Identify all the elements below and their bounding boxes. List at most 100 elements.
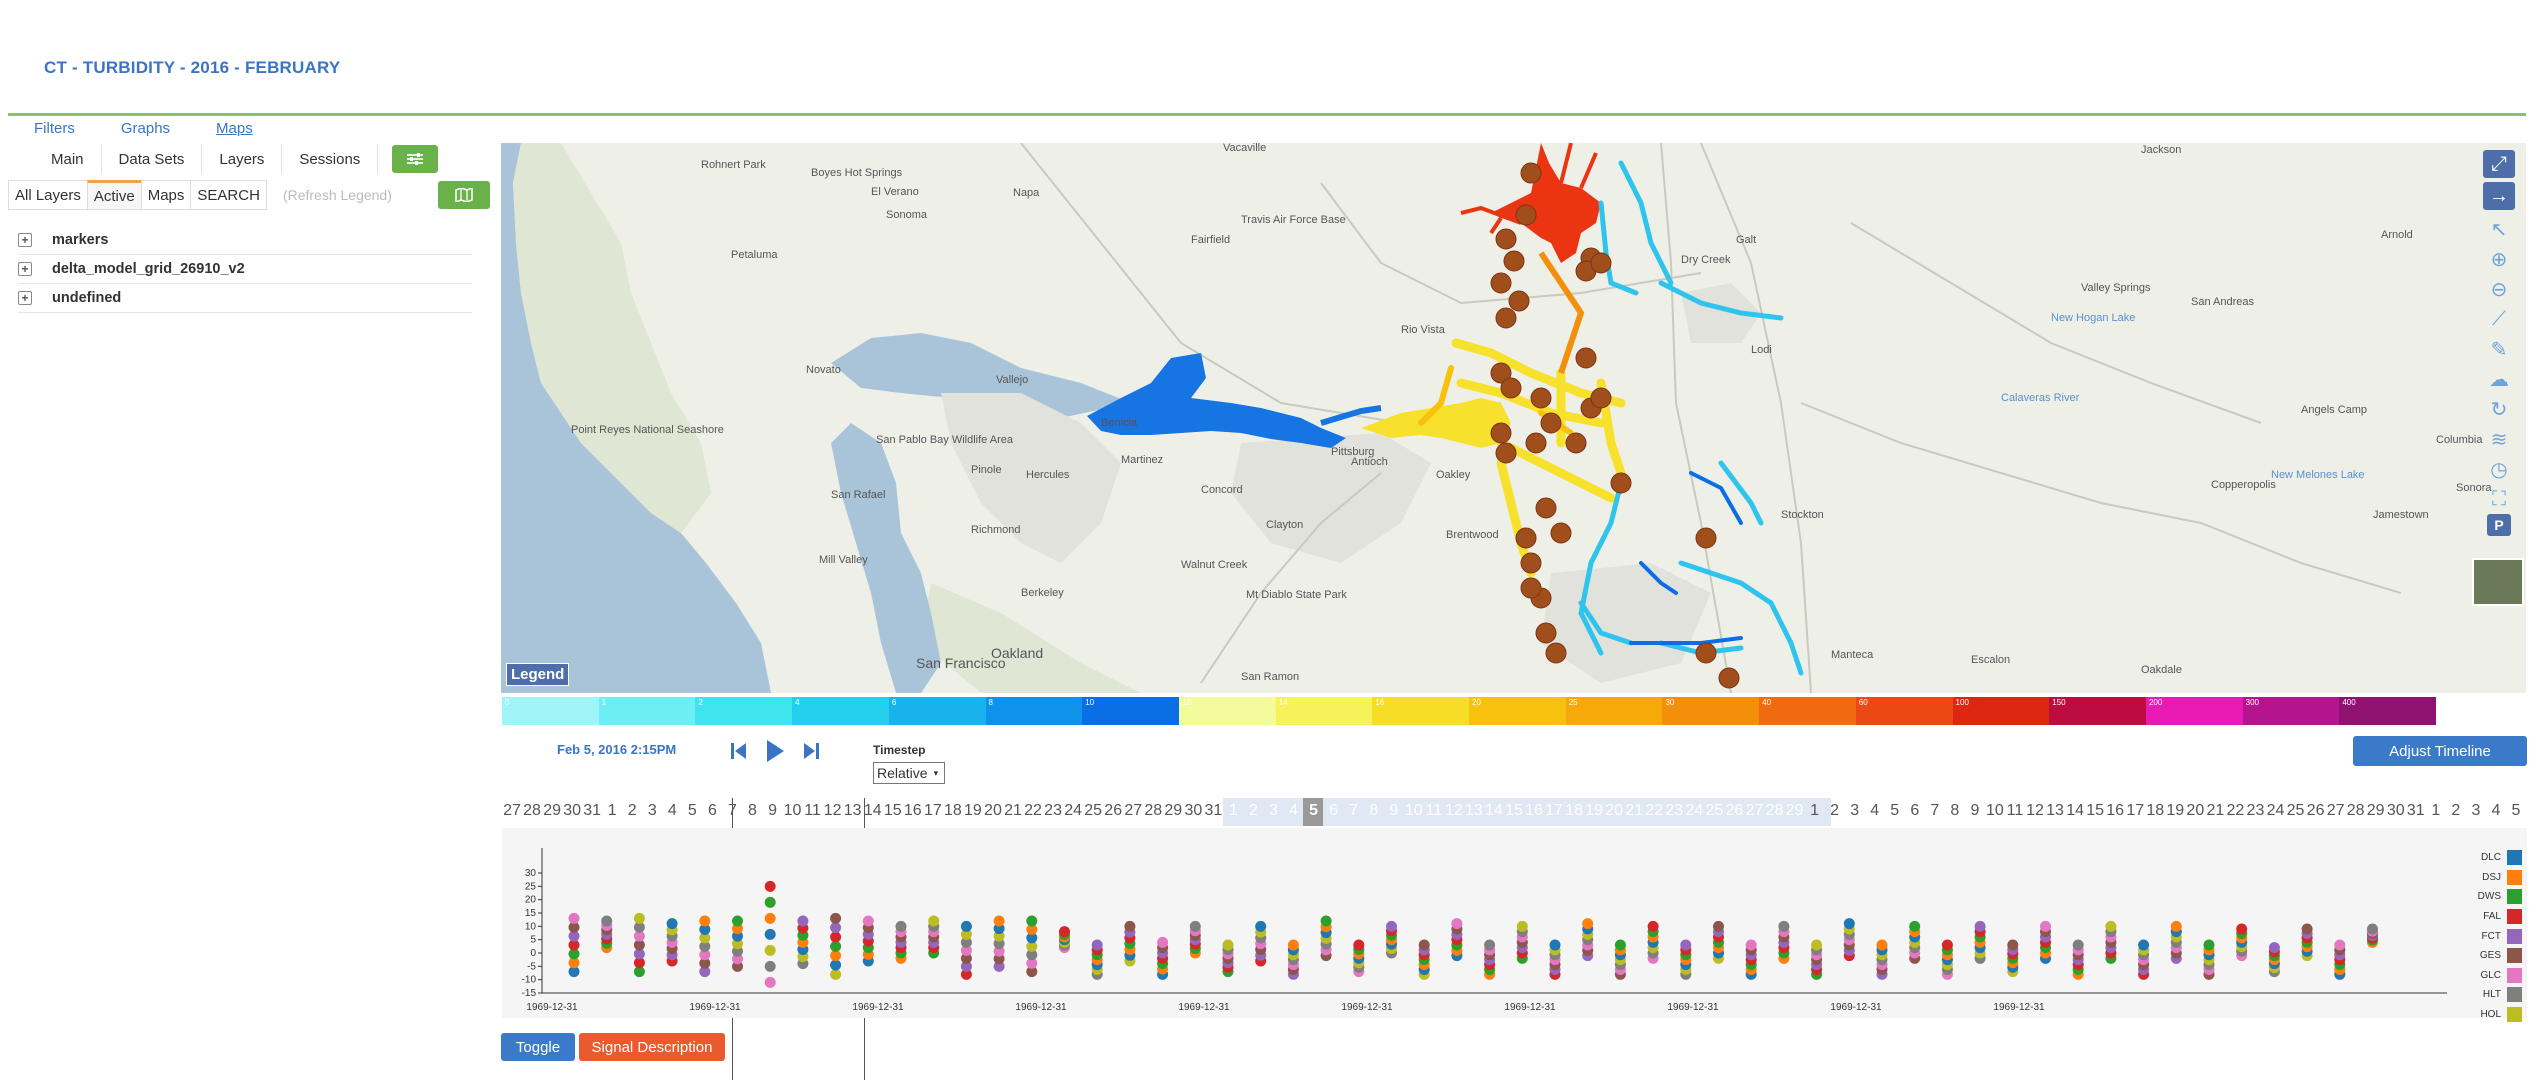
timeline-day[interactable]: 27 xyxy=(1744,802,1764,820)
timeline-day[interactable]: 16 xyxy=(2105,802,2125,820)
timeline-day[interactable]: 12 xyxy=(1444,802,1464,820)
timeline-day[interactable]: 24 xyxy=(1063,802,1083,820)
timeline-day[interactable]: 11 xyxy=(1424,802,1444,820)
skip-forward-icon[interactable] xyxy=(802,741,820,761)
timeline-day[interactable]: 17 xyxy=(2125,802,2145,820)
timeline-day[interactable]: 7 xyxy=(1344,802,1364,820)
timeline-day[interactable]: 20 xyxy=(1604,802,1624,820)
timeline-day[interactable]: 9 xyxy=(1965,802,1985,820)
timeline-day[interactable]: 16 xyxy=(903,802,923,820)
timeline-day[interactable]: 2 xyxy=(2446,802,2466,820)
timeline-day[interactable]: 5 xyxy=(1885,802,1905,820)
expand-plus-icon[interactable]: + xyxy=(18,262,32,276)
tab-all-layers[interactable]: All Layers xyxy=(8,180,87,210)
timeline-day[interactable]: 13 xyxy=(2045,802,2065,820)
timeline-day[interactable]: 2 xyxy=(1243,802,1263,820)
timeline-day[interactable]: 4 xyxy=(662,802,682,820)
timeline-day[interactable]: 14 xyxy=(2065,802,2085,820)
expand-plus-icon[interactable]: + xyxy=(18,291,32,305)
timeline-day[interactable]: 6 xyxy=(1324,802,1344,820)
timeline-day[interactable]: 23 xyxy=(1043,802,1063,820)
parking-icon[interactable]: P xyxy=(2487,514,2511,536)
timeline-day[interactable]: 3 xyxy=(1845,802,1865,820)
timeline-day[interactable]: 26 xyxy=(1724,802,1744,820)
maps-link[interactable]: Maps xyxy=(216,120,253,137)
timeline-day[interactable]: 9 xyxy=(763,802,783,820)
timeline-day[interactable]: 23 xyxy=(1664,802,1684,820)
timeline-day[interactable]: 18 xyxy=(2145,802,2165,820)
timeline-day[interactable]: 29 xyxy=(2366,802,2386,820)
timeline-day[interactable]: 15 xyxy=(883,802,903,820)
legend-item[interactable]: HOL xyxy=(2452,1005,2522,1025)
timeline-day[interactable]: 18 xyxy=(1564,802,1584,820)
fullscreen-icon[interactable]: ⤢ xyxy=(2483,150,2515,178)
timeline-day[interactable]: 1 xyxy=(2426,802,2446,820)
timestep-select[interactable]: Relative ▾ xyxy=(873,762,945,784)
timeline-day[interactable]: 13 xyxy=(1464,802,1484,820)
arrow-right-icon[interactable]: → xyxy=(2483,182,2515,210)
timeline-day[interactable]: 6 xyxy=(702,802,722,820)
timeline-day[interactable]: 1 xyxy=(602,802,622,820)
timeline-day[interactable]: 27 xyxy=(2326,802,2346,820)
tab-main[interactable]: Main xyxy=(34,144,102,174)
timeline-day[interactable]: 21 xyxy=(2205,802,2225,820)
expand-icon[interactable]: ⛶ xyxy=(2483,484,2515,514)
cloud-upload-icon[interactable]: ☁ xyxy=(2483,364,2515,394)
timeline-day[interactable]: 21 xyxy=(1624,802,1644,820)
expand-plus-icon[interactable]: + xyxy=(18,233,32,247)
map-canvas[interactable]: Vacaville Rohnert Park Boyes Hot Springs… xyxy=(501,143,2526,693)
timeline-day[interactable]: 22 xyxy=(2225,802,2245,820)
layer-item[interactable]: + undefined xyxy=(18,284,472,313)
timeline-day[interactable]: 31 xyxy=(2406,802,2426,820)
timeline-day[interactable]: 12 xyxy=(823,802,843,820)
timeline-day[interactable]: 5 xyxy=(682,802,702,820)
timeline-day[interactable]: 22 xyxy=(1023,802,1043,820)
timeline-day[interactable]: 25 xyxy=(2286,802,2306,820)
timeline-day[interactable]: 8 xyxy=(1945,802,1965,820)
tab-data-sets[interactable]: Data Sets xyxy=(101,144,203,174)
layers-icon[interactable]: ≋ xyxy=(2483,424,2515,454)
timeline-day[interactable]: 20 xyxy=(983,802,1003,820)
ruler-icon[interactable]: ⟋ xyxy=(2483,304,2515,334)
refresh-legend-link[interactable]: (Refresh Legend) xyxy=(283,187,392,203)
timeline-day[interactable]: 10 xyxy=(1985,802,2005,820)
map-view-button[interactable] xyxy=(437,181,490,209)
timeline-day[interactable]: 8 xyxy=(742,802,762,820)
legend-item[interactable]: HLT xyxy=(2452,985,2522,1005)
timeline-day[interactable]: 31 xyxy=(1203,802,1223,820)
timeline-day[interactable]: 14 xyxy=(1484,802,1504,820)
timeline-day[interactable]: 8 xyxy=(1364,802,1384,820)
tab-search[interactable]: SEARCH xyxy=(190,180,267,210)
tab-active[interactable]: Active xyxy=(86,180,141,210)
timeline-day[interactable]: 15 xyxy=(2085,802,2105,820)
timeline-day[interactable]: 19 xyxy=(1584,802,1604,820)
legend-item[interactable]: DSJ xyxy=(2452,868,2522,888)
legend-item[interactable]: DLC xyxy=(2452,848,2522,868)
skip-back-icon[interactable] xyxy=(730,741,748,761)
timeline-day[interactable]: 21 xyxy=(1003,802,1023,820)
layer-item[interactable]: + markers xyxy=(18,226,472,255)
timeline-day[interactable]: 28 xyxy=(2346,802,2366,820)
legend-item[interactable]: GLC xyxy=(2452,966,2522,986)
pointer-icon[interactable]: ↖ xyxy=(2483,214,2515,244)
zoom-in-icon[interactable]: ⊕ xyxy=(2483,244,2515,274)
timeline-day[interactable]: 17 xyxy=(1544,802,1564,820)
timeline-day[interactable]: 15 xyxy=(1504,802,1524,820)
timeline-day[interactable]: 6 xyxy=(1905,802,1925,820)
timeline-day[interactable]: 29 xyxy=(542,802,562,820)
timeline-day[interactable]: 22 xyxy=(1644,802,1664,820)
timeline-day[interactable]: 10 xyxy=(1404,802,1424,820)
timeline-day[interactable]: 25 xyxy=(1083,802,1103,820)
timeline-day[interactable]: 23 xyxy=(2245,802,2265,820)
timeline-day[interactable]: 1 xyxy=(1805,802,1825,820)
timeline-day[interactable]: 28 xyxy=(1764,802,1784,820)
timeline-day[interactable]: 3 xyxy=(1264,802,1284,820)
timeline-day[interactable]: 7 xyxy=(1925,802,1945,820)
timeline-day[interactable]: 31 xyxy=(582,802,602,820)
timeline-day[interactable]: 25 xyxy=(1704,802,1724,820)
graphs-link[interactable]: Graphs xyxy=(121,120,170,137)
refresh-icon[interactable]: ↻ xyxy=(2483,394,2515,424)
timeline-day[interactable]: 5 xyxy=(2506,802,2526,820)
timeline-day[interactable]: 10 xyxy=(783,802,803,820)
timeline-day[interactable]: 4 xyxy=(1865,802,1885,820)
